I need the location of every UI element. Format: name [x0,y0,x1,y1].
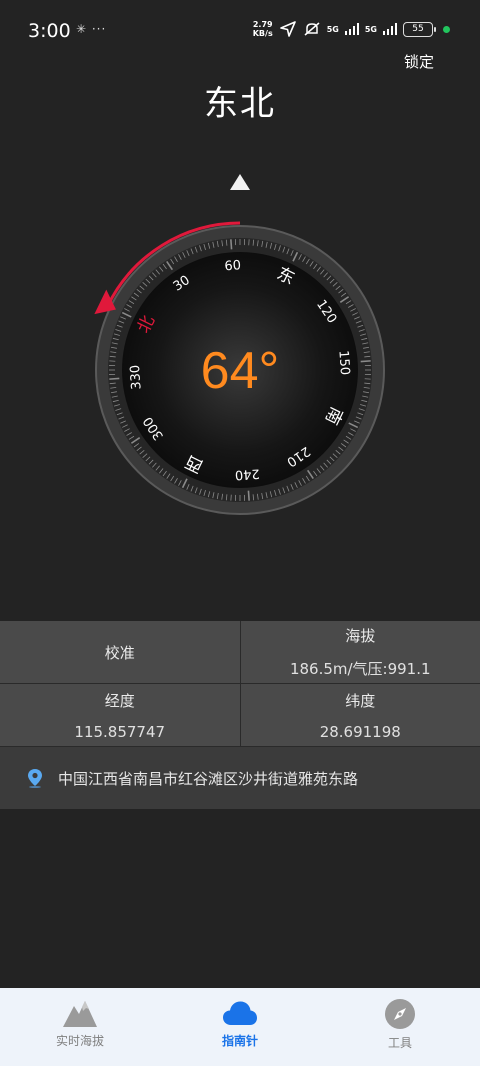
address-row: 中国江西省南昌市红谷滩区沙井街道雅苑东路 [0,747,480,809]
status-time: 3:00 [28,20,71,42]
compass-icon [385,999,415,1029]
compass-label: 240 [234,465,260,482]
status-right: 2.79 KB/s 5G 5G 55 [253,20,450,38]
battery-icon: 55 [403,21,436,37]
longitude-value: 115.857747 [74,722,166,741]
battery-level: 55 [412,24,424,34]
nav-label-tools: 工具 [387,1036,412,1050]
longitude-cell: 经度 115.857747 [0,684,240,746]
compass-tick [109,377,120,380]
direction-title: 东北 [204,84,276,124]
latitude-label: 纬度 [345,691,376,710]
nav-label-compass: 指南针 [221,1034,258,1048]
cloud-icon [223,1001,257,1025]
signal-5g-1: 5G [326,24,339,34]
compass-label: 60 [224,258,242,274]
info-row-1: 校准 海拔 186.5m/气压:991.1 [0,621,480,683]
net-speed: 2.79 KB/s [252,20,273,38]
compass: 北 30 60 东 120 150 南 210 240 西 300 330 64° [0,160,480,540]
latitude-cell: 纬度 28.691198 [239,684,480,746]
address-text: 中国江西省南昌市红谷滩区沙井街道雅苑东路 [58,769,359,788]
compass-label: 330 [128,364,145,390]
bottom-nav: 实时海拔 指南针 工具 [0,988,480,1066]
nav-item-tools[interactable]: 工具 [320,988,480,1066]
compass-dial: 北3060 东120150南210240西300330 64° [94,174,385,515]
nav-item-compass[interactable]: 指南针 [160,988,320,1066]
altitude-label: 海拔 [345,627,376,645]
notification-icons: ✳ ··· [76,22,107,36]
nav-label-altitude: 实时海拔 [55,1034,104,1048]
calibrate-label: 校准 [104,643,135,662]
compass-tick [247,490,250,501]
location-arrow-icon [279,21,296,37]
mute-icon [304,22,320,36]
compass-tick [360,360,371,363]
longitude-label: 经度 [104,691,135,710]
privacy-indicator-icon [443,25,450,33]
altitude-value: 186.5m/气压:991.1 [289,660,431,678]
info-row-2: 经度 115.857747 纬度 28.691198 [0,684,480,746]
compass-tick [230,239,233,250]
altitude-cell: 海拔 186.5m/气压:991.1 [239,621,480,683]
mountain-icon [63,1001,97,1027]
heading-pointer-icon [230,174,250,190]
heading-degrees: 64° [201,342,280,400]
lock-button[interactable]: 锁定 [404,51,434,72]
compass-label: 150 [335,350,352,376]
nav-item-altitude[interactable]: 实时海拔 [0,988,160,1066]
signal-icon [383,23,397,35]
signal-icon [344,23,359,35]
calibrate-button[interactable]: 校准 [0,621,240,683]
latitude-value: 28.691198 [319,722,401,741]
info-panel: 校准 海拔 186.5m/气压:991.1 经度 115.857747 纬度 2… [0,621,480,809]
signal-5g-2: 5G [364,24,377,34]
location-pin-icon [28,769,42,788]
